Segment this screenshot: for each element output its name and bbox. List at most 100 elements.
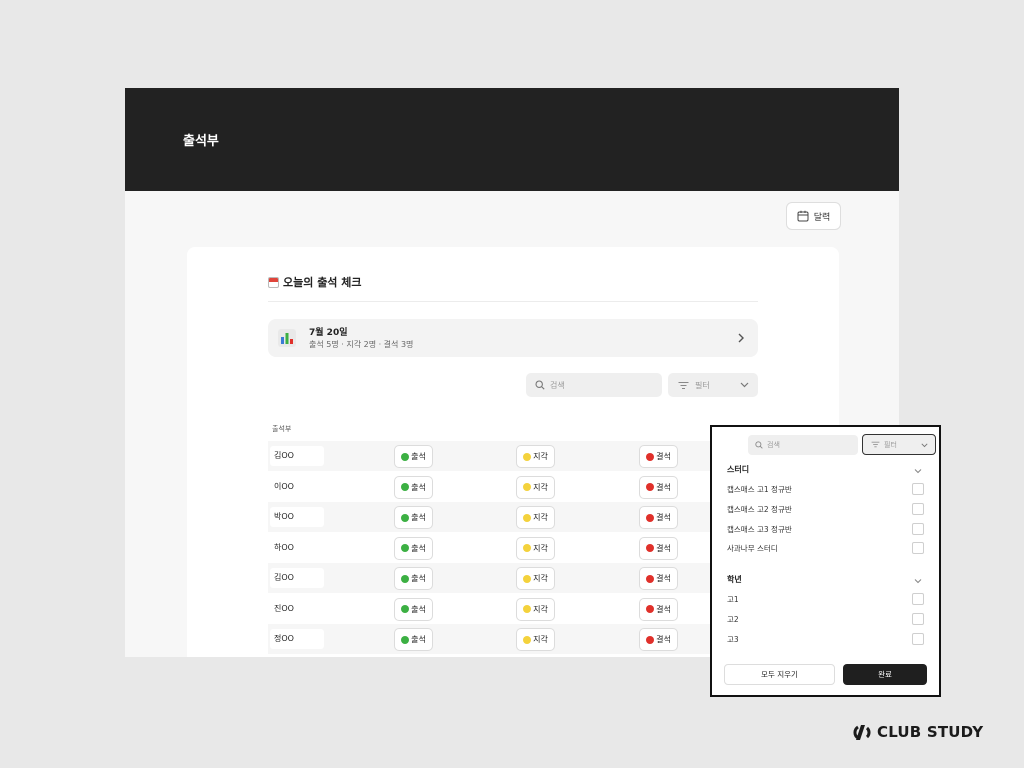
absent-button-label: 결석 xyxy=(656,482,671,492)
present-button[interactable]: 출석 xyxy=(394,628,433,651)
red-dot-icon xyxy=(646,574,655,583)
late-button-label: 지각 xyxy=(533,543,548,553)
late-button[interactable]: 지각 xyxy=(516,628,555,651)
absent-button[interactable]: 결석 xyxy=(639,506,678,529)
yellow-dot-icon xyxy=(523,513,532,522)
present-button[interactable]: 출석 xyxy=(394,597,433,621)
present-button[interactable]: 출석 xyxy=(394,567,433,590)
filter-option-checkbox[interactable] xyxy=(912,502,924,515)
filter-dropdown[interactable]: 필터 xyxy=(668,373,758,397)
filter-option-checkbox[interactable] xyxy=(912,632,924,645)
divider xyxy=(268,301,758,302)
search-icon xyxy=(755,441,763,449)
calendar-icon xyxy=(797,210,809,222)
chevron-right-icon xyxy=(738,333,744,343)
late-button[interactable]: 지각 xyxy=(516,567,555,590)
red-dot-icon xyxy=(646,605,655,613)
popover-filter-label: 필터 xyxy=(884,440,897,449)
list-label: 출석부 xyxy=(272,425,292,433)
club-study-logo-icon xyxy=(853,724,871,740)
summary-counts: 출석 5명 · 지각 2명 · 결석 3명 xyxy=(309,340,414,349)
section-title-text: 오늘의 출석 체크 xyxy=(283,276,362,289)
attendance-summary[interactable]: 7월 20일 출석 5명 · 지각 2명 · 결석 3명 xyxy=(268,319,758,357)
calendar-emoji-icon xyxy=(268,276,279,288)
red-dot-icon xyxy=(646,635,655,644)
present-button-label: 출석 xyxy=(411,574,426,583)
filter-option-checkbox[interactable] xyxy=(912,542,924,555)
student-name: 김OO xyxy=(270,446,324,466)
present-button[interactable]: 출석 xyxy=(394,445,433,468)
absent-button[interactable]: 결석 xyxy=(639,597,678,621)
student-name: 이OO xyxy=(270,476,324,497)
green-dot-icon xyxy=(401,605,410,613)
absent-button[interactable]: 결석 xyxy=(639,567,678,590)
brand-name: CLUB STUDY xyxy=(877,723,984,741)
present-button[interactable]: 출석 xyxy=(394,536,433,560)
absent-button[interactable]: 결석 xyxy=(639,445,678,468)
filter-option-label: 고1 xyxy=(727,595,739,604)
student-name: 하OO xyxy=(270,537,324,558)
yellow-dot-icon xyxy=(523,452,532,461)
present-button-label: 출석 xyxy=(411,482,426,492)
student-name: 진OO xyxy=(270,598,324,619)
present-button-label: 출석 xyxy=(411,604,426,614)
search-input[interactable]: 검색 xyxy=(526,373,662,397)
yellow-dot-icon xyxy=(523,605,532,613)
header-bar: 출석부 xyxy=(125,88,899,191)
calendar-button-label: 달력 xyxy=(813,212,831,223)
present-button-label: 출석 xyxy=(411,513,426,522)
clear-all-button[interactable]: 모두 지우기 xyxy=(724,664,835,685)
late-button-label: 지각 xyxy=(533,604,548,614)
page-title: 출석부 xyxy=(183,134,219,149)
green-dot-icon xyxy=(401,483,410,491)
green-dot-icon xyxy=(401,635,410,644)
popover-search-input[interactable]: 검색 xyxy=(748,435,858,455)
green-dot-icon xyxy=(401,574,410,583)
absent-button[interactable]: 결석 xyxy=(639,536,678,560)
chevron-down-icon xyxy=(740,382,749,388)
chevron-down-icon[interactable] xyxy=(914,468,922,474)
absent-button-label: 결석 xyxy=(656,635,671,644)
summary-date: 7월 20일 xyxy=(309,328,348,338)
chevron-down-icon[interactable] xyxy=(914,578,922,584)
late-button[interactable]: 지각 xyxy=(516,475,555,499)
late-button[interactable]: 지각 xyxy=(516,506,555,529)
popover-filter-dropdown[interactable]: 필터 xyxy=(862,434,936,455)
filter-option-checkbox[interactable] xyxy=(912,483,924,495)
filter-option-label: 캡스매스 고2 정규반 xyxy=(727,504,792,514)
green-dot-icon xyxy=(401,452,410,461)
green-dot-icon xyxy=(401,513,410,522)
absent-button[interactable]: 결석 xyxy=(639,628,678,651)
filter-label: 필터 xyxy=(695,380,710,390)
late-button[interactable]: 지각 xyxy=(516,445,555,468)
present-button-label: 출석 xyxy=(411,543,426,553)
filter-group-title: 학년 xyxy=(727,575,742,584)
absent-button[interactable]: 결석 xyxy=(639,475,678,499)
late-button-label: 지각 xyxy=(533,452,548,461)
absent-button-label: 결석 xyxy=(656,452,671,461)
filter-option-checkbox[interactable] xyxy=(912,612,924,625)
yellow-dot-icon xyxy=(523,574,532,583)
present-button[interactable]: 출석 xyxy=(394,506,433,529)
chevron-down-icon xyxy=(921,443,928,448)
filter-icon xyxy=(678,381,689,389)
section-title: 오늘의 출석 체크 xyxy=(268,274,362,290)
search-icon xyxy=(535,380,545,390)
late-button-label: 지각 xyxy=(533,574,548,583)
filter-option-checkbox[interactable] xyxy=(912,593,924,605)
calendar-button[interactable]: 달력 xyxy=(786,202,841,230)
student-name: 김OO xyxy=(270,568,324,588)
present-button-label: 출석 xyxy=(411,452,426,461)
filter-option-label: 사과나무 스터디 xyxy=(727,544,778,554)
late-button-label: 지각 xyxy=(533,513,548,522)
filter-option-checkbox[interactable] xyxy=(912,522,924,535)
red-dot-icon xyxy=(646,452,655,461)
present-button[interactable]: 출석 xyxy=(394,475,433,499)
filter-option-label: 캡스매스 고3 정규반 xyxy=(727,524,792,534)
done-button[interactable]: 완료 xyxy=(843,664,927,685)
late-button[interactable]: 지각 xyxy=(516,536,555,560)
present-button-label: 출석 xyxy=(411,635,426,644)
late-button-label: 지각 xyxy=(533,635,548,644)
late-button[interactable]: 지각 xyxy=(516,597,555,621)
absent-button-label: 결석 xyxy=(656,543,671,553)
